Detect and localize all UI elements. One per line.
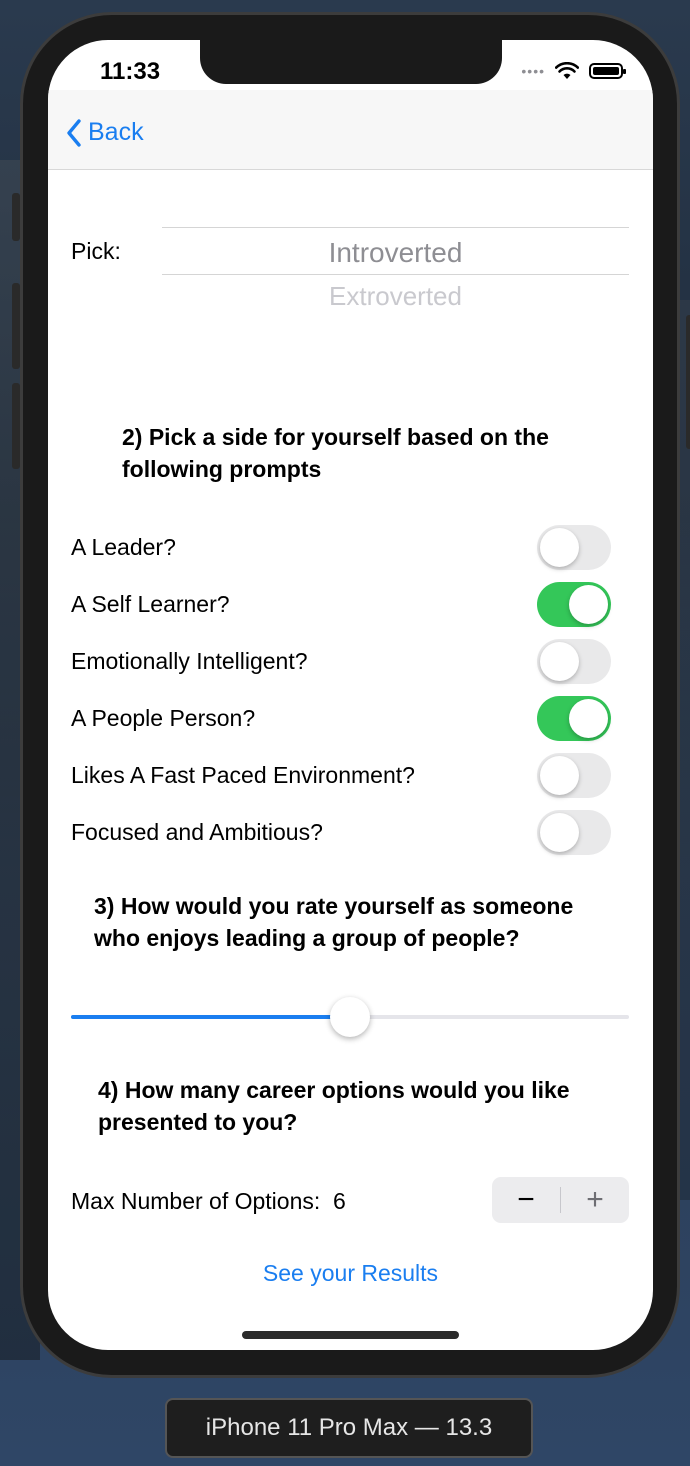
silent-switch [12, 193, 20, 241]
picker-selected-option[interactable]: Introverted [162, 237, 629, 269]
question-4-heading: 4) How many career options would you lik… [98, 1074, 570, 1138]
question-2-line-1: 2) Pick a side for yourself based on the [122, 424, 549, 450]
see-results-button[interactable]: See your Results [48, 1260, 653, 1287]
personality-picker[interactable]: Introverted Extroverted [162, 227, 629, 317]
question-3-heading: 3) How would you rate yourself as someon… [94, 890, 573, 954]
question-3-line-1: 3) How would you rate yourself as someon… [94, 893, 574, 919]
chevron-left-icon [67, 118, 81, 147]
volume-down-button [12, 383, 20, 469]
question-2-line-2: following prompts [122, 456, 322, 482]
back-label: Back [88, 118, 144, 146]
toggle-row-leader: A Leader? [71, 523, 611, 571]
picker-bottom-line [162, 274, 629, 275]
wifi-icon [555, 62, 579, 79]
question-3-line-2: who enjoys leading a group of people? [94, 925, 520, 951]
toggle-row-emotionally-intelligent: Emotionally Intelligent? [71, 637, 611, 685]
leadership-slider[interactable] [71, 995, 629, 1039]
toggle-label: Focused and Ambitious? [71, 818, 323, 845]
cellular-dots-icon: •••• [521, 63, 545, 79]
toggle-label: A Self Learner? [71, 590, 230, 617]
increment-button[interactable]: + [561, 1177, 629, 1223]
notch [200, 40, 502, 84]
pick-label: Pick: [71, 238, 121, 264]
slider-thumb[interactable] [330, 997, 370, 1037]
toggle-row-focused-ambitious: Focused and Ambitious? [71, 808, 611, 856]
status-icons: •••• [521, 62, 626, 80]
power-button [686, 315, 690, 449]
question-2-heading: 2) Pick a side for yourself based on the… [122, 421, 549, 485]
battery-icon [589, 63, 626, 79]
focused-ambitious-switch[interactable] [537, 809, 611, 855]
status-time: 11:33 [100, 58, 161, 85]
question-4-line-2: presented to you? [98, 1109, 298, 1135]
toggle-row-people-person: A People Person? [71, 694, 611, 742]
toggle-label: Likes A Fast Paced Environment? [71, 761, 415, 788]
fast-paced-switch[interactable] [537, 752, 611, 798]
app-screen: 11:33 •••• Back Pick: Introverted Extrov… [48, 40, 653, 1350]
leader-switch[interactable] [537, 524, 611, 570]
toggle-label: A Leader? [71, 533, 176, 560]
max-options-value: 6 [333, 1188, 346, 1214]
picker-top-line [162, 227, 629, 228]
toggle-row-self-learner: A Self Learner? [71, 580, 611, 628]
toggle-label: A People Person? [71, 704, 256, 731]
picker-next-option[interactable]: Extroverted [162, 281, 629, 312]
options-stepper[interactable]: − + [492, 1177, 629, 1223]
self-learner-switch[interactable] [537, 581, 611, 627]
toggle-row-fast-paced: Likes A Fast Paced Environment? [71, 751, 611, 799]
slider-fill [71, 1015, 350, 1019]
decrement-button[interactable]: − [492, 1177, 560, 1223]
people-person-switch[interactable] [537, 695, 611, 741]
volume-up-button [12, 283, 20, 369]
simulator-device-label: iPhone 11 Pro Max — 13.3 [165, 1398, 533, 1458]
navigation-bar: Back [48, 90, 653, 170]
emotionally-intelligent-switch[interactable] [537, 638, 611, 684]
question-4-line-1: 4) How many career options would you lik… [98, 1077, 570, 1103]
toggle-label: Emotionally Intelligent? [71, 647, 308, 674]
max-options-label: Max Number of Options: 6 [71, 1188, 346, 1215]
max-options-text: Max Number of Options: [71, 1188, 321, 1214]
back-button[interactable]: Back [66, 118, 144, 147]
home-indicator [242, 1331, 459, 1339]
